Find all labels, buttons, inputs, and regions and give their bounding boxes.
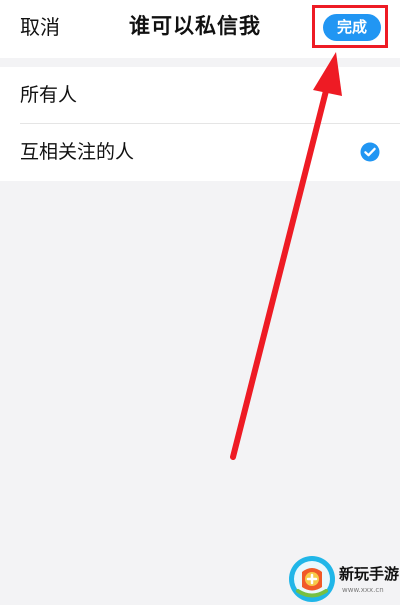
check-circle-icon bbox=[360, 142, 380, 162]
watermark-logo: 新玩手游 www.xxx.cn bbox=[288, 555, 400, 605]
cancel-button[interactable]: 取消 bbox=[20, 13, 60, 41]
section-spacer bbox=[0, 58, 400, 67]
privacy-message-settings-screen: 取消 谁可以私信我 完成 所有人 互相关注的人 新玩手游 www.xxx.cn bbox=[0, 0, 400, 605]
top-navigation-bar: 取消 谁可以私信我 完成 bbox=[0, 0, 400, 59]
option-mutual-followers[interactable]: 互相关注的人 bbox=[0, 124, 400, 181]
done-button[interactable]: 完成 bbox=[323, 14, 381, 41]
page-title: 谁可以私信我 bbox=[129, 14, 261, 38]
option-everyone[interactable]: 所有人 bbox=[0, 67, 400, 124]
option-label: 互相关注的人 bbox=[20, 141, 135, 163]
message-permission-options: 所有人 互相关注的人 bbox=[0, 67, 400, 181]
watermark-domain: www.xxx.cn bbox=[342, 586, 384, 594]
watermark-text: 新玩手游 bbox=[339, 565, 400, 583]
option-label: 所有人 bbox=[20, 84, 78, 106]
watermark-game-icon bbox=[289, 556, 335, 602]
